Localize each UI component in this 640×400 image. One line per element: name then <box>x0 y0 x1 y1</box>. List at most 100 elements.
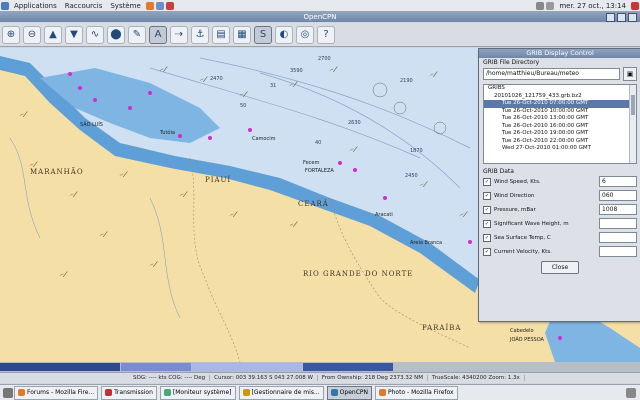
tree-node[interactable]: Tue 26-Oct-2010 13:00:00 GMT <box>484 115 636 123</box>
region-label: CEARÁ <box>298 200 329 208</box>
route-manager-button[interactable]: ▦ <box>233 25 251 44</box>
tree-node[interactable]: Tue 26-Oct-2010 16:00:00 GMT <box>484 123 636 131</box>
grib-data-row: ✓ Wind Speed, Kts. 6 <box>479 176 640 187</box>
window-title: OpenCPN <box>303 13 337 21</box>
trash-icon[interactable] <box>626 387 636 398</box>
tree-node[interactable]: Tue 26-Oct-2010 19:00:00 GMT <box>484 130 636 138</box>
task-update-manager[interactable]: [Gestionnaire de mis... <box>238 385 324 400</box>
firefox-icon <box>379 389 386 396</box>
city-label: Cabedelo <box>510 328 534 334</box>
mail-launcher-icon[interactable] <box>155 1 164 10</box>
network-icon[interactable] <box>536 1 545 10</box>
browse-folder-button[interactable]: ▣ <box>623 67 637 81</box>
task-firefox-photo[interactable]: Photo - Mozilla Firefox <box>375 385 458 400</box>
help-launcher-icon[interactable] <box>165 1 174 10</box>
grib-file-tree[interactable]: GRIBS 20101026_121759_433.grb.bz2 Tue 26… <box>483 84 637 164</box>
depth-label: 40 <box>315 140 322 146</box>
colour-scheme-button[interactable]: ◐ <box>275 25 293 44</box>
text-toggle-button[interactable]: A <box>149 25 167 44</box>
task-system-monitor[interactable]: [Moniteur système] <box>159 385 236 400</box>
grib-data-checkbox[interactable]: ✓ <box>483 247 491 256</box>
chart-bar-segment[interactable] <box>121 363 191 371</box>
toolbar: ⊕ ⊖ ▲ ▼ ∿ ⬤ ✎ A ⇢ ⚓ ▤ ▦ S ◐ ◎ ? <box>0 23 640 47</box>
chart-bar-segment[interactable] <box>303 363 393 371</box>
grib-dialog-title[interactable]: GRIB Display Control <box>479 49 640 58</box>
about-button[interactable]: ? <box>317 25 335 44</box>
follow-ship-icon: ⬤ <box>110 29 122 40</box>
grib-data-row: ✓ Pressure, mBar 1008 <box>479 204 640 215</box>
clock[interactable]: mer. 27 oct., 13:14 <box>555 2 630 10</box>
route-manager-icon: ▦ <box>237 29 247 40</box>
grib-path-input[interactable]: /home/matthieu/Bureau/meteo <box>483 68 620 80</box>
show-desktop-icon[interactable] <box>3 387 13 398</box>
route-button[interactable]: ∿ <box>86 25 104 44</box>
region-label: RIO GRANDE DO NORTE <box>303 270 414 278</box>
task-firefox-forums[interactable]: Forums - Mozilla Fire... <box>14 385 99 400</box>
tides-button[interactable]: ⚓ <box>191 25 209 44</box>
grib-data-label: Pressure, mBar <box>494 206 536 213</box>
grib-data-row: ✓ Wind Direction 060 <box>479 190 640 201</box>
window-titlebar[interactable]: OpenCPN <box>0 12 640 22</box>
tree-node[interactable]: GRIBS <box>484 85 636 93</box>
tree-node-selected[interactable]: Tue 26-Oct-2010 07:00:00 GMT <box>484 100 636 108</box>
firefox-launcher-icon[interactable] <box>145 1 154 10</box>
power-icon[interactable] <box>631 1 639 10</box>
task-transmission[interactable]: Transmission <box>101 385 157 400</box>
grib-dialog: GRIB Display Control GRIB File Directory… <box>478 48 640 322</box>
scale-status: TrueScale: 4340200 Zoom: 1.3x <box>428 375 525 381</box>
applications-menu[interactable]: Applications <box>10 2 61 10</box>
chart-bar-segment[interactable] <box>192 363 302 371</box>
update-icon <box>242 389 250 396</box>
settings-icon: ✎ <box>132 29 142 40</box>
grib-data-checkbox[interactable]: ✓ <box>483 205 491 214</box>
minimize-button[interactable] <box>606 13 615 22</box>
zoom-out-button[interactable]: ⊖ <box>23 25 41 44</box>
grib-data-label: Significant Wave Height, m <box>494 220 569 227</box>
tree-node[interactable]: Wed 27-Oct-2010 01:00:00 GMT <box>484 145 636 153</box>
tree-scrollbar[interactable] <box>629 85 636 163</box>
current-button[interactable]: ⇢ <box>170 25 188 44</box>
ownship-status: From Ownship: 218 Deg 2373.32 NM <box>318 375 429 381</box>
settings-button[interactable]: ✎ <box>128 25 146 44</box>
grib-data-label: Sea Surface Temp, C <box>494 234 551 241</box>
grib-data-value: 6 <box>599 176 637 187</box>
grib-button[interactable]: S <box>254 25 272 44</box>
chart-bar[interactable] <box>0 362 640 372</box>
sog-cog-status: SOG: ---- kts COG: ---- Deg <box>129 375 211 381</box>
close-button[interactable]: Close <box>541 261 579 274</box>
scale-in-button[interactable]: ▲ <box>44 25 62 44</box>
status-bar: SOG: ---- kts COG: ---- Deg Cursor: 003 … <box>0 372 640 383</box>
depth-label: 2450 <box>405 173 418 179</box>
follow-button[interactable]: ⬤ <box>107 25 125 44</box>
tree-node[interactable]: 20101026_121759_433.grb.bz2 <box>484 93 636 101</box>
city-label: JOÃO PESSOA <box>510 337 544 343</box>
monitor-icon <box>163 389 171 396</box>
zoom-in-button[interactable]: ⊕ <box>2 25 20 44</box>
tree-node[interactable]: Tue 26-Oct-2010 10:00:00 GMT <box>484 108 636 116</box>
chart-bar-segment[interactable] <box>0 363 120 371</box>
city-label: Camocim <box>252 136 276 142</box>
grib-data-value: 060 <box>599 190 637 201</box>
system-menu[interactable]: Système <box>106 2 144 10</box>
grib-data-checkbox[interactable]: ✓ <box>483 191 491 200</box>
depth-label: 3590 <box>290 68 303 74</box>
scale-out-button[interactable]: ▼ <box>65 25 83 44</box>
volume-icon[interactable] <box>546 1 555 10</box>
maximize-button[interactable] <box>617 13 626 22</box>
print-button[interactable]: ▤ <box>212 25 230 44</box>
grib-data-checkbox[interactable]: ✓ <box>483 233 491 242</box>
places-menu[interactable]: Raccourcis <box>61 2 107 10</box>
task-opencpn[interactable]: OpenCPN <box>326 385 372 400</box>
grib-data-label: Wind Direction <box>494 192 535 199</box>
mob-button[interactable]: ◎ <box>296 25 314 44</box>
taskbar: Forums - Mozilla Fire... Transmission [M… <box>0 384 640 400</box>
depth-label: 1870 <box>410 148 423 154</box>
grib-data-checkbox[interactable]: ✓ <box>483 219 491 228</box>
close-window-button[interactable] <box>628 13 637 22</box>
opencpn-icon <box>330 389 338 396</box>
depth-label: 31 <box>270 83 277 89</box>
grib-data-checkbox[interactable]: ✓ <box>483 177 491 186</box>
tree-node[interactable]: Tue 26-Oct-2010 22:00:00 GMT <box>484 138 636 146</box>
help-icon: ? <box>323 29 329 40</box>
grib-data-label: Wind Speed, Kts. <box>494 178 541 185</box>
